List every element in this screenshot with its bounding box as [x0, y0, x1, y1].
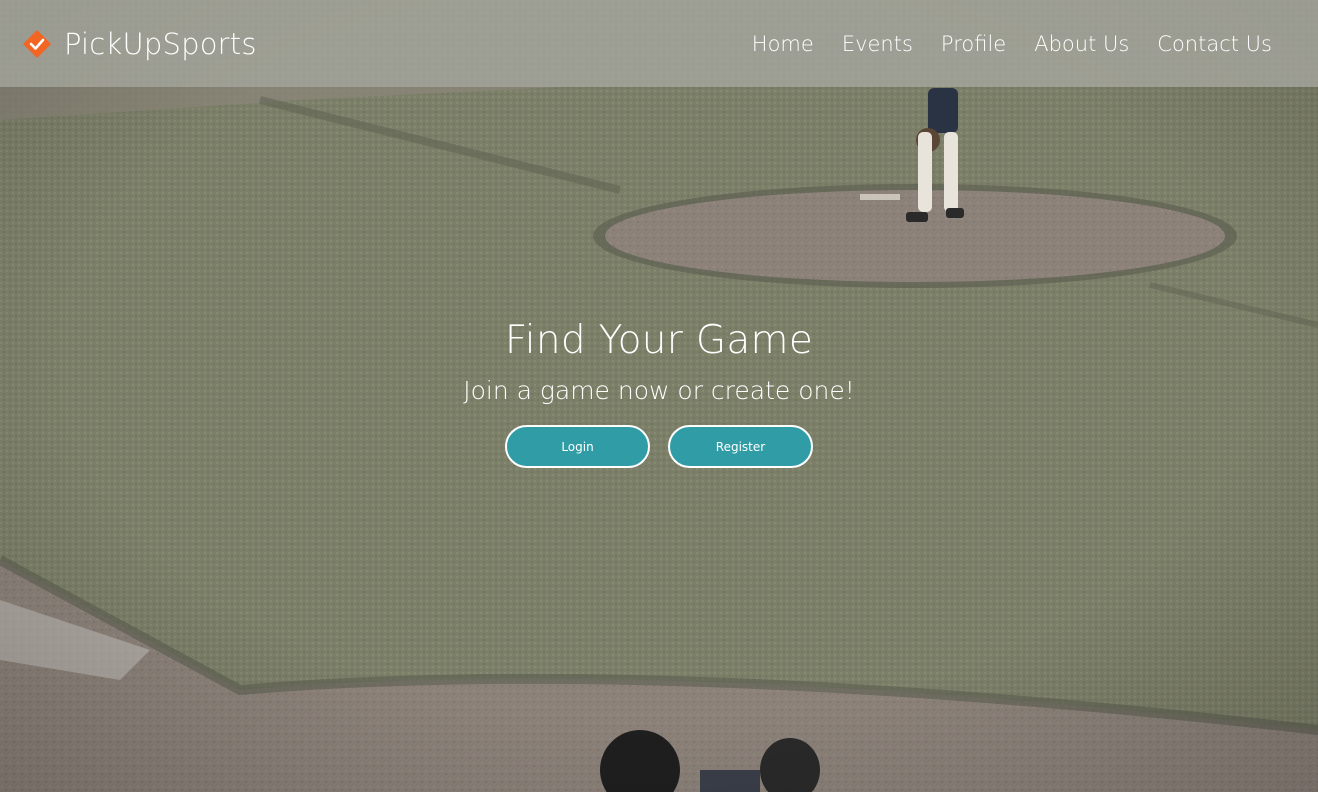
hero-title: Find Your Game [504, 318, 814, 363]
nav-link-home[interactable]: Home [752, 32, 814, 56]
nav-links: Home Events Profile About Us Contact Us [724, 32, 1272, 56]
landing-page: PickUpSports Home Events Profile About U… [0, 0, 1318, 792]
register-button[interactable]: Register [668, 425, 813, 468]
top-navbar: PickUpSports Home Events Profile About U… [0, 0, 1318, 87]
brand-logo-link[interactable]: PickUpSports [22, 27, 257, 61]
orange-diamond-checkmark-icon [22, 29, 52, 59]
nav-link-profile[interactable]: Profile [941, 32, 1006, 56]
nav-link-events[interactable]: Events [842, 32, 913, 56]
hero-section: Find Your Game Join a game now or create… [0, 315, 1318, 468]
brand-name: PickUpSports [64, 26, 257, 61]
hero-subtitle: Join a game now or create one! [463, 376, 855, 405]
login-button[interactable]: Login [505, 425, 650, 468]
hero-button-group: Login Register [0, 425, 1318, 468]
nav-link-about-us[interactable]: About Us [1034, 32, 1129, 56]
nav-link-contact-us[interactable]: Contact Us [1157, 32, 1272, 56]
